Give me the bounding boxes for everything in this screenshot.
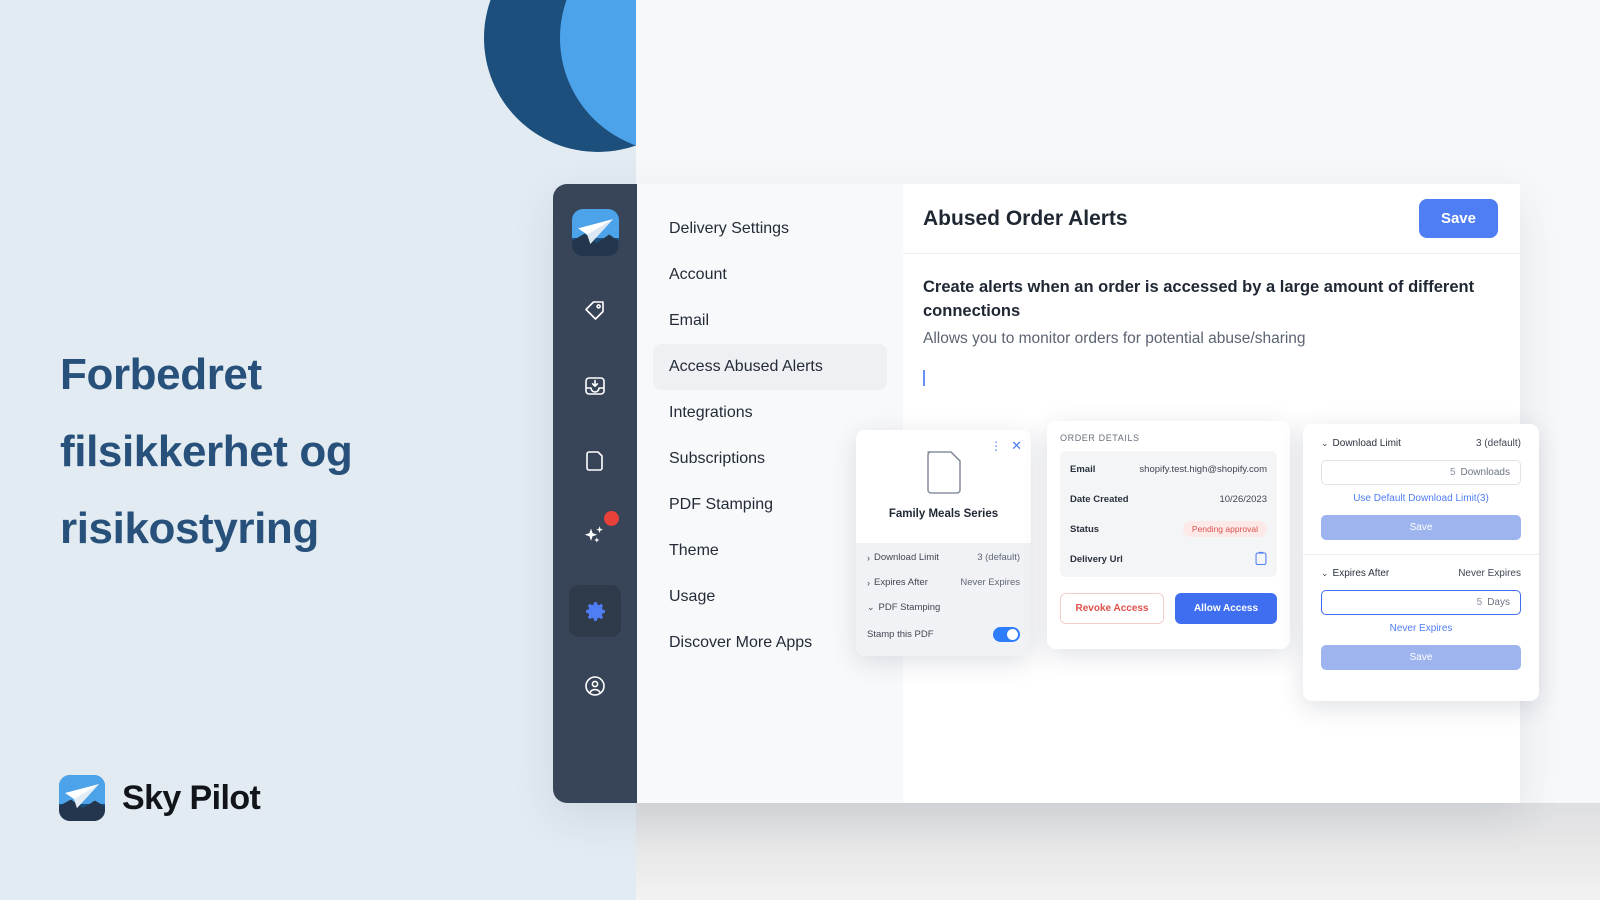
limits-row-expires-after[interactable]: ⌄ Expires After Never Expires: [1321, 568, 1521, 579]
order-details-table: Email shopify.test.high@shopify.com Date…: [1060, 451, 1277, 577]
chevron-down-icon: ⌄: [1321, 568, 1329, 578]
menu-item-subscriptions[interactable]: Subscriptions: [653, 436, 887, 482]
brand-lockup: Sky Pilot: [59, 775, 261, 821]
bottom-gradient-strip: [636, 803, 1600, 900]
vertical-dots-icon[interactable]: ⋮: [990, 440, 1002, 452]
screenshot-root: Forbedret filsikkerhet og risikostyring …: [0, 0, 1600, 900]
stamp-pdf-toggle[interactable]: [993, 627, 1020, 642]
limits-row-download-limit[interactable]: ⌄ Download Limit 3 (default): [1321, 438, 1521, 449]
chevron-right-icon: ›: [867, 577, 870, 588]
order-row-date-created: Date Created 10/26/2023: [1070, 484, 1267, 514]
menu-item-access-abused-alerts[interactable]: Access Abused Alerts: [653, 344, 887, 390]
product-card: ⋮ ✕ Family Meals Series › Download Limit…: [856, 430, 1031, 656]
download-limit-input-number: 5: [1449, 467, 1456, 478]
product-row-expires-after[interactable]: › Expires After Never Expires: [856, 570, 1031, 595]
order-details-card: ORDER DETAILS Email shopify.test.high@sh…: [1047, 421, 1290, 649]
page-title: Abused Order Alerts: [923, 206, 1128, 230]
product-row-value: 3 (default): [977, 552, 1020, 563]
alerts-description-heading: Create alerts when an order is accessed …: [923, 278, 1475, 320]
content-header: Abused Order Alerts Save: [903, 184, 1520, 254]
download-limit-label: Download Limit: [1332, 438, 1401, 449]
order-details-eyebrow: ORDER DETAILS: [1060, 433, 1140, 443]
menu-item-theme[interactable]: Theme: [653, 528, 887, 574]
download-limit-input[interactable]: 5 Downloads: [1321, 460, 1521, 485]
tag-icon: [583, 299, 607, 323]
order-row-key: Email: [1070, 463, 1096, 475]
order-action-buttons: Revoke Access Allow Access: [1060, 593, 1277, 624]
clipboard-copy-icon[interactable]: [1255, 551, 1267, 568]
expires-after-value: Never Expires: [1458, 568, 1521, 579]
product-row-download-limit[interactable]: › Download Limit 3 (default): [856, 545, 1031, 570]
order-row-key: Date Created: [1070, 493, 1129, 505]
product-row-label: Expires After: [874, 577, 928, 588]
decorative-circles: [0, 0, 636, 260]
gear-icon: [583, 599, 608, 624]
never-expires-link[interactable]: Never Expires: [1321, 623, 1521, 634]
sky-pilot-logo-icon: [59, 775, 105, 821]
product-attribute-rows: › Download Limit 3 (default) › Expires A…: [856, 543, 1031, 656]
rail-item-account[interactable]: [569, 660, 621, 712]
limits-card: ⌄ Download Limit 3 (default) 5 Downloads…: [1303, 424, 1539, 701]
order-row-email: Email shopify.test.high@shopify.com: [1070, 454, 1267, 484]
close-icon[interactable]: ✕: [1011, 439, 1022, 452]
brand-name: Sky Pilot: [122, 778, 261, 817]
product-card-header: ⋮ ✕ Family Meals Series: [856, 430, 1031, 530]
expires-after-save-button[interactable]: Save: [1321, 645, 1521, 670]
notification-badge-dot: [604, 511, 619, 526]
menu-item-account[interactable]: Account: [653, 252, 887, 298]
text-cursor-caret: [923, 369, 925, 386]
menu-item-pdf-stamping[interactable]: PDF Stamping: [653, 482, 887, 528]
order-row-value: 10/26/2023: [1219, 493, 1267, 505]
expires-after-label: Expires After: [1332, 568, 1390, 579]
order-row-key: Status: [1070, 523, 1100, 535]
order-row-key: Delivery Url: [1070, 553, 1123, 565]
icon-rail: [553, 184, 637, 803]
chevron-down-icon: ⌄: [867, 602, 875, 612]
expires-after-input[interactable]: 5 Days: [1321, 590, 1521, 615]
document-icon: [583, 449, 607, 473]
sparkles-icon: [582, 523, 608, 549]
product-row-pdf-stamping[interactable]: ⌄ PDF Stamping: [856, 595, 1031, 620]
rail-item-files[interactable]: [569, 435, 621, 487]
status-badge: Pending approval: [1182, 521, 1267, 537]
order-row-delivery-url: Delivery Url: [1070, 544, 1267, 574]
rail-logo-icon[interactable]: [571, 209, 619, 256]
download-limit-value: 3 (default): [1475, 438, 1521, 449]
expires-after-input-number: 5: [1476, 597, 1483, 608]
inbox-download-icon: [583, 374, 607, 398]
rail-item-downloads[interactable]: [569, 360, 621, 412]
order-row-status: Status Pending approval: [1070, 514, 1267, 544]
order-row-value: shopify.test.high@shopify.com: [1139, 463, 1267, 475]
save-button[interactable]: Save: [1418, 199, 1498, 238]
product-name: Family Meals Series: [888, 508, 999, 520]
marketing-headline: Forbedret filsikkerhet og risikostyring: [60, 350, 353, 553]
download-limit-input-unit: Downloads: [1460, 467, 1510, 478]
product-card-actions: ⋮ ✕: [990, 439, 1022, 452]
alerts-description-subtext: Allows you to monitor orders for potenti…: [923, 329, 1306, 347]
rail-item-ai[interactable]: [569, 510, 621, 562]
revoke-access-button[interactable]: Revoke Access: [1060, 593, 1164, 624]
expires-after-input-unit: Days: [1487, 597, 1510, 608]
chevron-down-icon: ⌄: [1321, 438, 1329, 448]
chevron-right-icon: ›: [867, 552, 870, 563]
menu-item-discover-more-apps[interactable]: Discover More Apps: [653, 620, 887, 666]
account-circle-icon: [583, 674, 607, 698]
allow-access-button[interactable]: Allow Access: [1175, 593, 1277, 624]
document-icon: [926, 451, 961, 494]
product-row-value: Never Expires: [960, 577, 1020, 588]
menu-item-email[interactable]: Email: [653, 298, 887, 344]
product-row-label: Download Limit: [874, 552, 939, 563]
rail-item-settings[interactable]: [569, 585, 621, 637]
content-body: Create alerts when an order is accessed …: [903, 254, 1520, 386]
limits-divider: [1303, 554, 1539, 555]
use-default-download-limit-link[interactable]: Use Default Download Limit(3): [1321, 493, 1521, 504]
menu-item-integrations[interactable]: Integrations: [653, 390, 887, 436]
download-limit-save-button[interactable]: Save: [1321, 515, 1521, 540]
product-row-label: PDF Stamping: [878, 602, 941, 613]
stamp-toggle-label: Stamp this PDF: [867, 629, 934, 640]
menu-item-delivery-settings[interactable]: Delivery Settings: [653, 206, 887, 252]
product-row-stamp-this-pdf: Stamp this PDF: [856, 620, 1031, 649]
menu-item-usage[interactable]: Usage: [653, 574, 887, 620]
rail-item-tag[interactable]: [569, 285, 621, 337]
